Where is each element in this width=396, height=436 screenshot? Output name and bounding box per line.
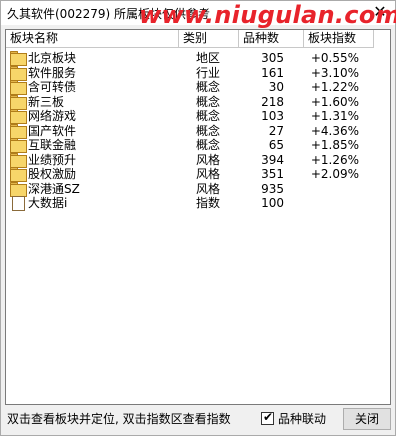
folder-icon <box>10 167 27 182</box>
folder-icon <box>10 138 27 153</box>
folder-icon <box>10 51 27 66</box>
folder-icon <box>10 65 27 81</box>
column-header-category[interactable]: 类别 <box>179 30 239 48</box>
category: 指数 <box>196 196 221 210</box>
checkbox-box[interactable]: ✔ <box>261 410 274 425</box>
status-hint: 双击查看板块并定位, 双击指数区查看指数 <box>7 412 231 426</box>
board-name: 大数据i <box>28 196 68 210</box>
board-list[interactable]: 板块名称 类别 品种数 板块指数 北京板块 地区 305 +0.55% 软件服务 行业 16… <box>5 29 391 405</box>
folder-icon <box>10 109 27 124</box>
column-header-board-name[interactable]: 板块名称 <box>6 30 179 48</box>
column-header-count[interactable]: 品种数 <box>239 30 304 48</box>
column-header-board-index[interactable]: 板块指数 <box>304 30 374 48</box>
board-dialog: 久其软件(002279) 所属板块仅供参考 ✕ www.niugulan.com… <box>0 0 396 436</box>
stock-count: 100 <box>261 196 284 210</box>
close-button[interactable]: 关闭 <box>343 408 391 430</box>
folder-icon <box>10 123 27 139</box>
document-icon <box>10 196 25 211</box>
table-row[interactable]: 大数据i 指数 100 <box>6 194 390 212</box>
board-index <box>304 194 359 212</box>
check-icon: ✔ <box>263 410 274 424</box>
folder-icon <box>10 152 27 168</box>
watermark: www.niugulan.com <box>139 1 396 29</box>
folder-icon <box>10 94 27 110</box>
folder-icon <box>10 181 27 197</box>
checkbox-label[interactable]: 品种联动 <box>278 411 326 427</box>
folder-icon <box>10 80 27 95</box>
